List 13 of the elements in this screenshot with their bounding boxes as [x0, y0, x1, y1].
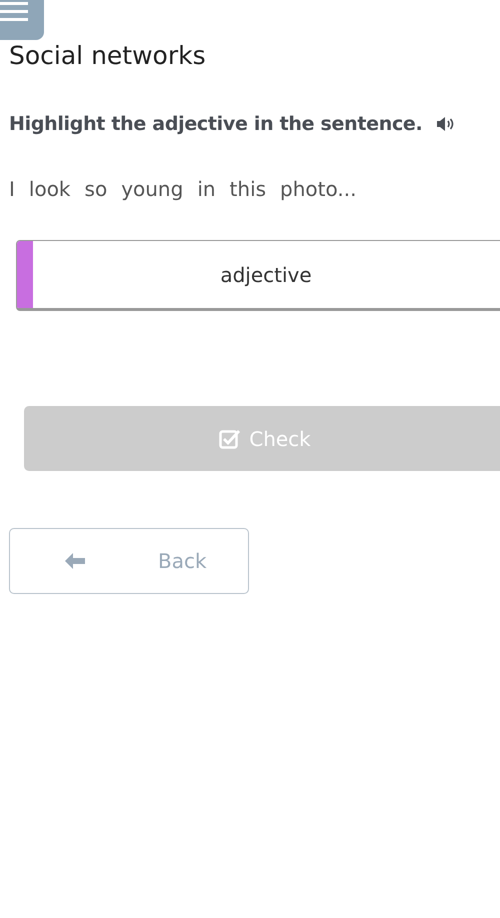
answer-label: adjective [219, 262, 313, 288]
sentence-word[interactable]: young [121, 174, 184, 204]
sentence-word[interactable]: look [28, 174, 71, 204]
sentence-word[interactable]: in [197, 174, 216, 204]
sentence-word[interactable]: this [230, 174, 266, 204]
instruction-text: Highlight the adjective in the sentence. [9, 112, 422, 136]
checkbox-icon [219, 428, 242, 448]
sentence-word[interactable]: photo... [280, 174, 356, 204]
speaker-icon[interactable] [436, 116, 456, 132]
page-title: Social networks [9, 40, 207, 72]
sentence-word[interactable]: so [84, 174, 108, 204]
arrow-left-icon [64, 552, 86, 570]
sentence-word[interactable]: I [9, 174, 15, 204]
